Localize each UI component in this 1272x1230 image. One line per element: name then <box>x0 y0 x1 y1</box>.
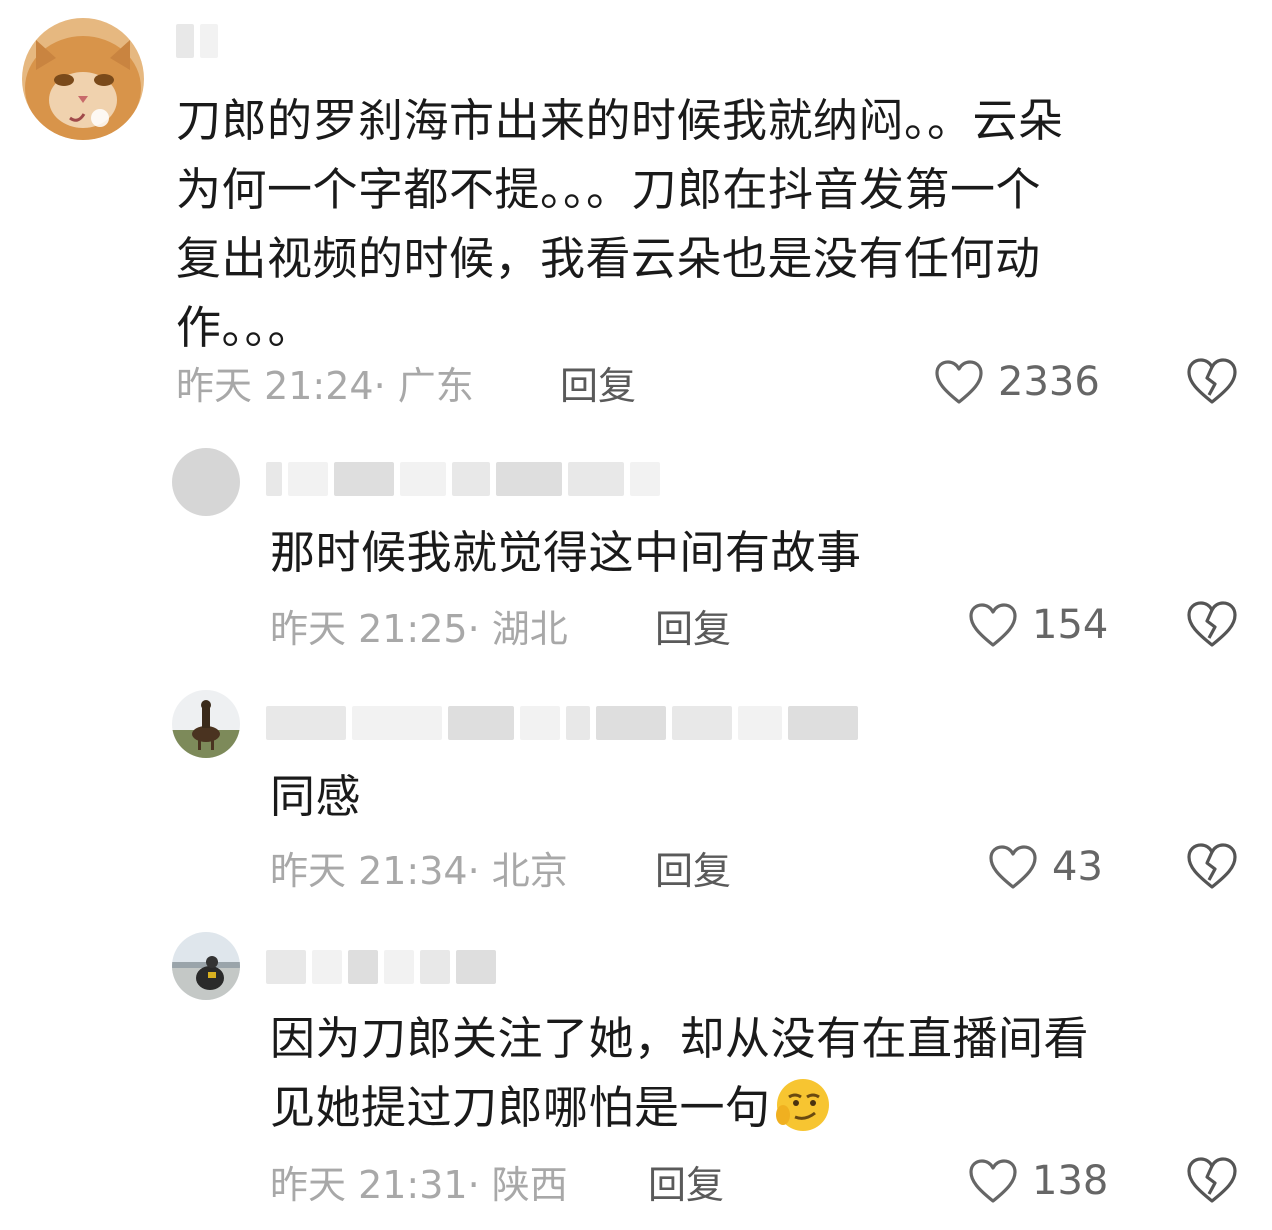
comment-line: 为何一个字都不提。。。刀郎在抖音发第一个 <box>176 163 1042 216</box>
comment-line: 同感 <box>270 770 362 823</box>
comment-line: 那时候我就觉得这中间有故事 <box>270 526 862 579</box>
comment-text: 因为刀郎关注了她，却从没有在直播间看 见她提过刀郎哪怕是一句 <box>270 1004 1230 1142</box>
like-count: 154 <box>1032 602 1109 648</box>
heart-icon <box>989 845 1037 889</box>
comment-line: 刀郎的罗刹海市出来的时候我就纳闷。。云朵 <box>176 94 1064 147</box>
username-blurred[interactable] <box>266 950 496 984</box>
reply-button[interactable]: 回复 <box>655 842 732 893</box>
reply-button[interactable]: 回复 <box>560 357 637 408</box>
username-blurred[interactable] <box>266 706 858 740</box>
timestamp-location: 昨天 21:31· 陕西 <box>270 1162 568 1207</box>
gray-avatar-icon[interactable] <box>172 448 240 516</box>
cat-avatar-icon[interactable] <box>22 18 144 140</box>
like-button[interactable]: 43 <box>988 842 1103 892</box>
heart-icon <box>969 603 1017 647</box>
like-button[interactable]: 138 <box>968 1156 1108 1206</box>
like-count: 138 <box>1032 1158 1109 1204</box>
timestamp-location: 昨天 21:24· 广东 <box>176 363 474 408</box>
comment-meta: 昨天 21:25· 湖北 <box>270 600 568 651</box>
like-count: 2336 <box>998 359 1100 405</box>
smirk-emoji-icon <box>775 1079 829 1131</box>
comment-meta: 昨天 21:31· 陕西 <box>270 1156 568 1207</box>
heart-icon <box>969 1159 1017 1203</box>
like-count: 43 <box>1052 844 1103 890</box>
comment-line: 作。。。 <box>176 301 314 354</box>
heart-icon <box>935 360 983 404</box>
username-blurred[interactable] <box>176 24 218 58</box>
reply-label: 回复 <box>655 606 732 651</box>
timestamp-location: 昨天 21:25· 湖北 <box>270 606 568 651</box>
timestamp-location: 昨天 21:34· 北京 <box>270 848 568 893</box>
comment-line: 因为刀郎关注了她，却从没有在直播间看 <box>270 1012 1090 1065</box>
reply-label: 回复 <box>560 363 637 408</box>
comment-meta: 昨天 21:34· 北京 <box>270 842 568 893</box>
comment-meta: 昨天 21:24· 广东 <box>176 357 474 408</box>
reply-button[interactable]: 回复 <box>648 1156 725 1207</box>
reply-button[interactable]: 回复 <box>655 600 732 651</box>
like-button[interactable]: 154 <box>968 600 1108 650</box>
comment-line: 复出视频的时候，我看云朵也是没有任何动 <box>176 232 1041 285</box>
landscape-avatar-icon[interactable] <box>172 932 240 1000</box>
reply-label: 回复 <box>655 848 732 893</box>
broken-heart-icon[interactable] <box>1186 842 1238 890</box>
comment-text: 同感 <box>270 762 1230 831</box>
comment-text: 刀郎的罗刹海市出来的时候我就纳闷。。云朵 为何一个字都不提。。。刀郎在抖音发第一… <box>176 86 1236 362</box>
comment-text: 那时候我就觉得这中间有故事 <box>270 518 1230 587</box>
comment-line-with-emoji: 见她提过刀郎哪怕是一句 <box>270 1073 1230 1142</box>
broken-heart-icon[interactable] <box>1186 357 1238 405</box>
username-blurred[interactable] <box>266 462 660 496</box>
horse-rider-avatar-icon[interactable] <box>172 690 240 758</box>
broken-heart-icon[interactable] <box>1186 600 1238 648</box>
broken-heart-icon[interactable] <box>1186 1156 1238 1204</box>
comment-line: 见她提过刀郎哪怕是一句 <box>270 1081 771 1134</box>
like-button[interactable]: 2336 <box>934 357 1100 407</box>
reply-label: 回复 <box>648 1162 725 1207</box>
